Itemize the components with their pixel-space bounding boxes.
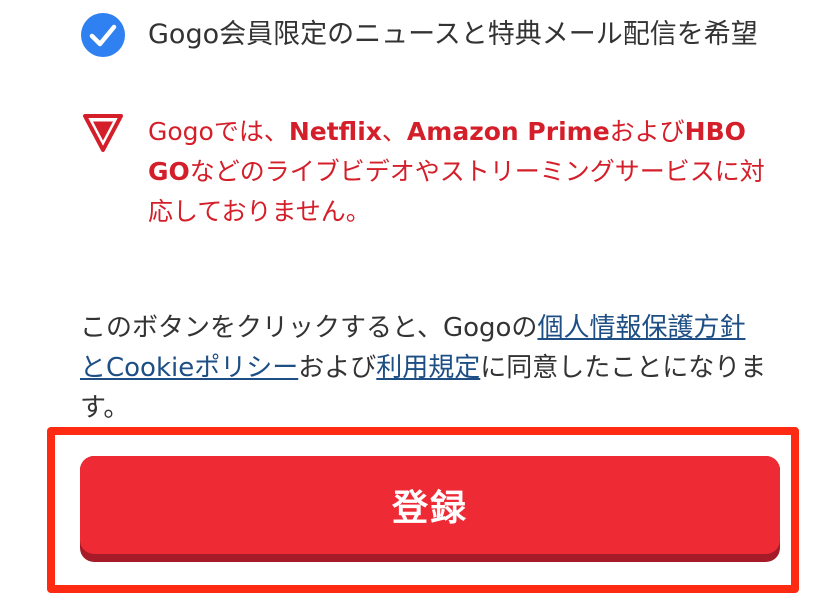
warning-triangle-icon xyxy=(83,114,123,152)
terms-of-use-link[interactable]: 利用規定 xyxy=(376,353,480,383)
newsletter-consent-row[interactable]: Gogo会員限定のニュースと特典メール配信を希望 xyxy=(80,12,758,58)
netflix-label: Netflix xyxy=(288,117,382,146)
signup-page: Gogo会員限定のニュースと特典メール配信を希望 Gogoでは、Netflix、… xyxy=(0,0,838,600)
streaming-warning-text: Gogoでは、Netflix、Amazon PrimeおよびHBO GOなどのラ… xyxy=(148,117,765,226)
terms-agreement-text: このボタンをクリックすると、Gogoの個人情報保護方針とCookieポリシーおよ… xyxy=(80,313,767,423)
amazon-prime-label: Amazon Prime xyxy=(406,117,610,146)
register-button-label[interactable]: 登録 xyxy=(80,456,780,554)
register-button[interactable]: 登録 xyxy=(80,456,780,562)
newsletter-consent-label[interactable]: Gogo会員限定のニュースと特典メール配信を希望 xyxy=(148,12,758,58)
streaming-warning: Gogoでは、Netflix、Amazon PrimeおよびHBO GOなどのラ… xyxy=(82,112,766,232)
checkmark-circle-icon[interactable] xyxy=(80,12,126,58)
